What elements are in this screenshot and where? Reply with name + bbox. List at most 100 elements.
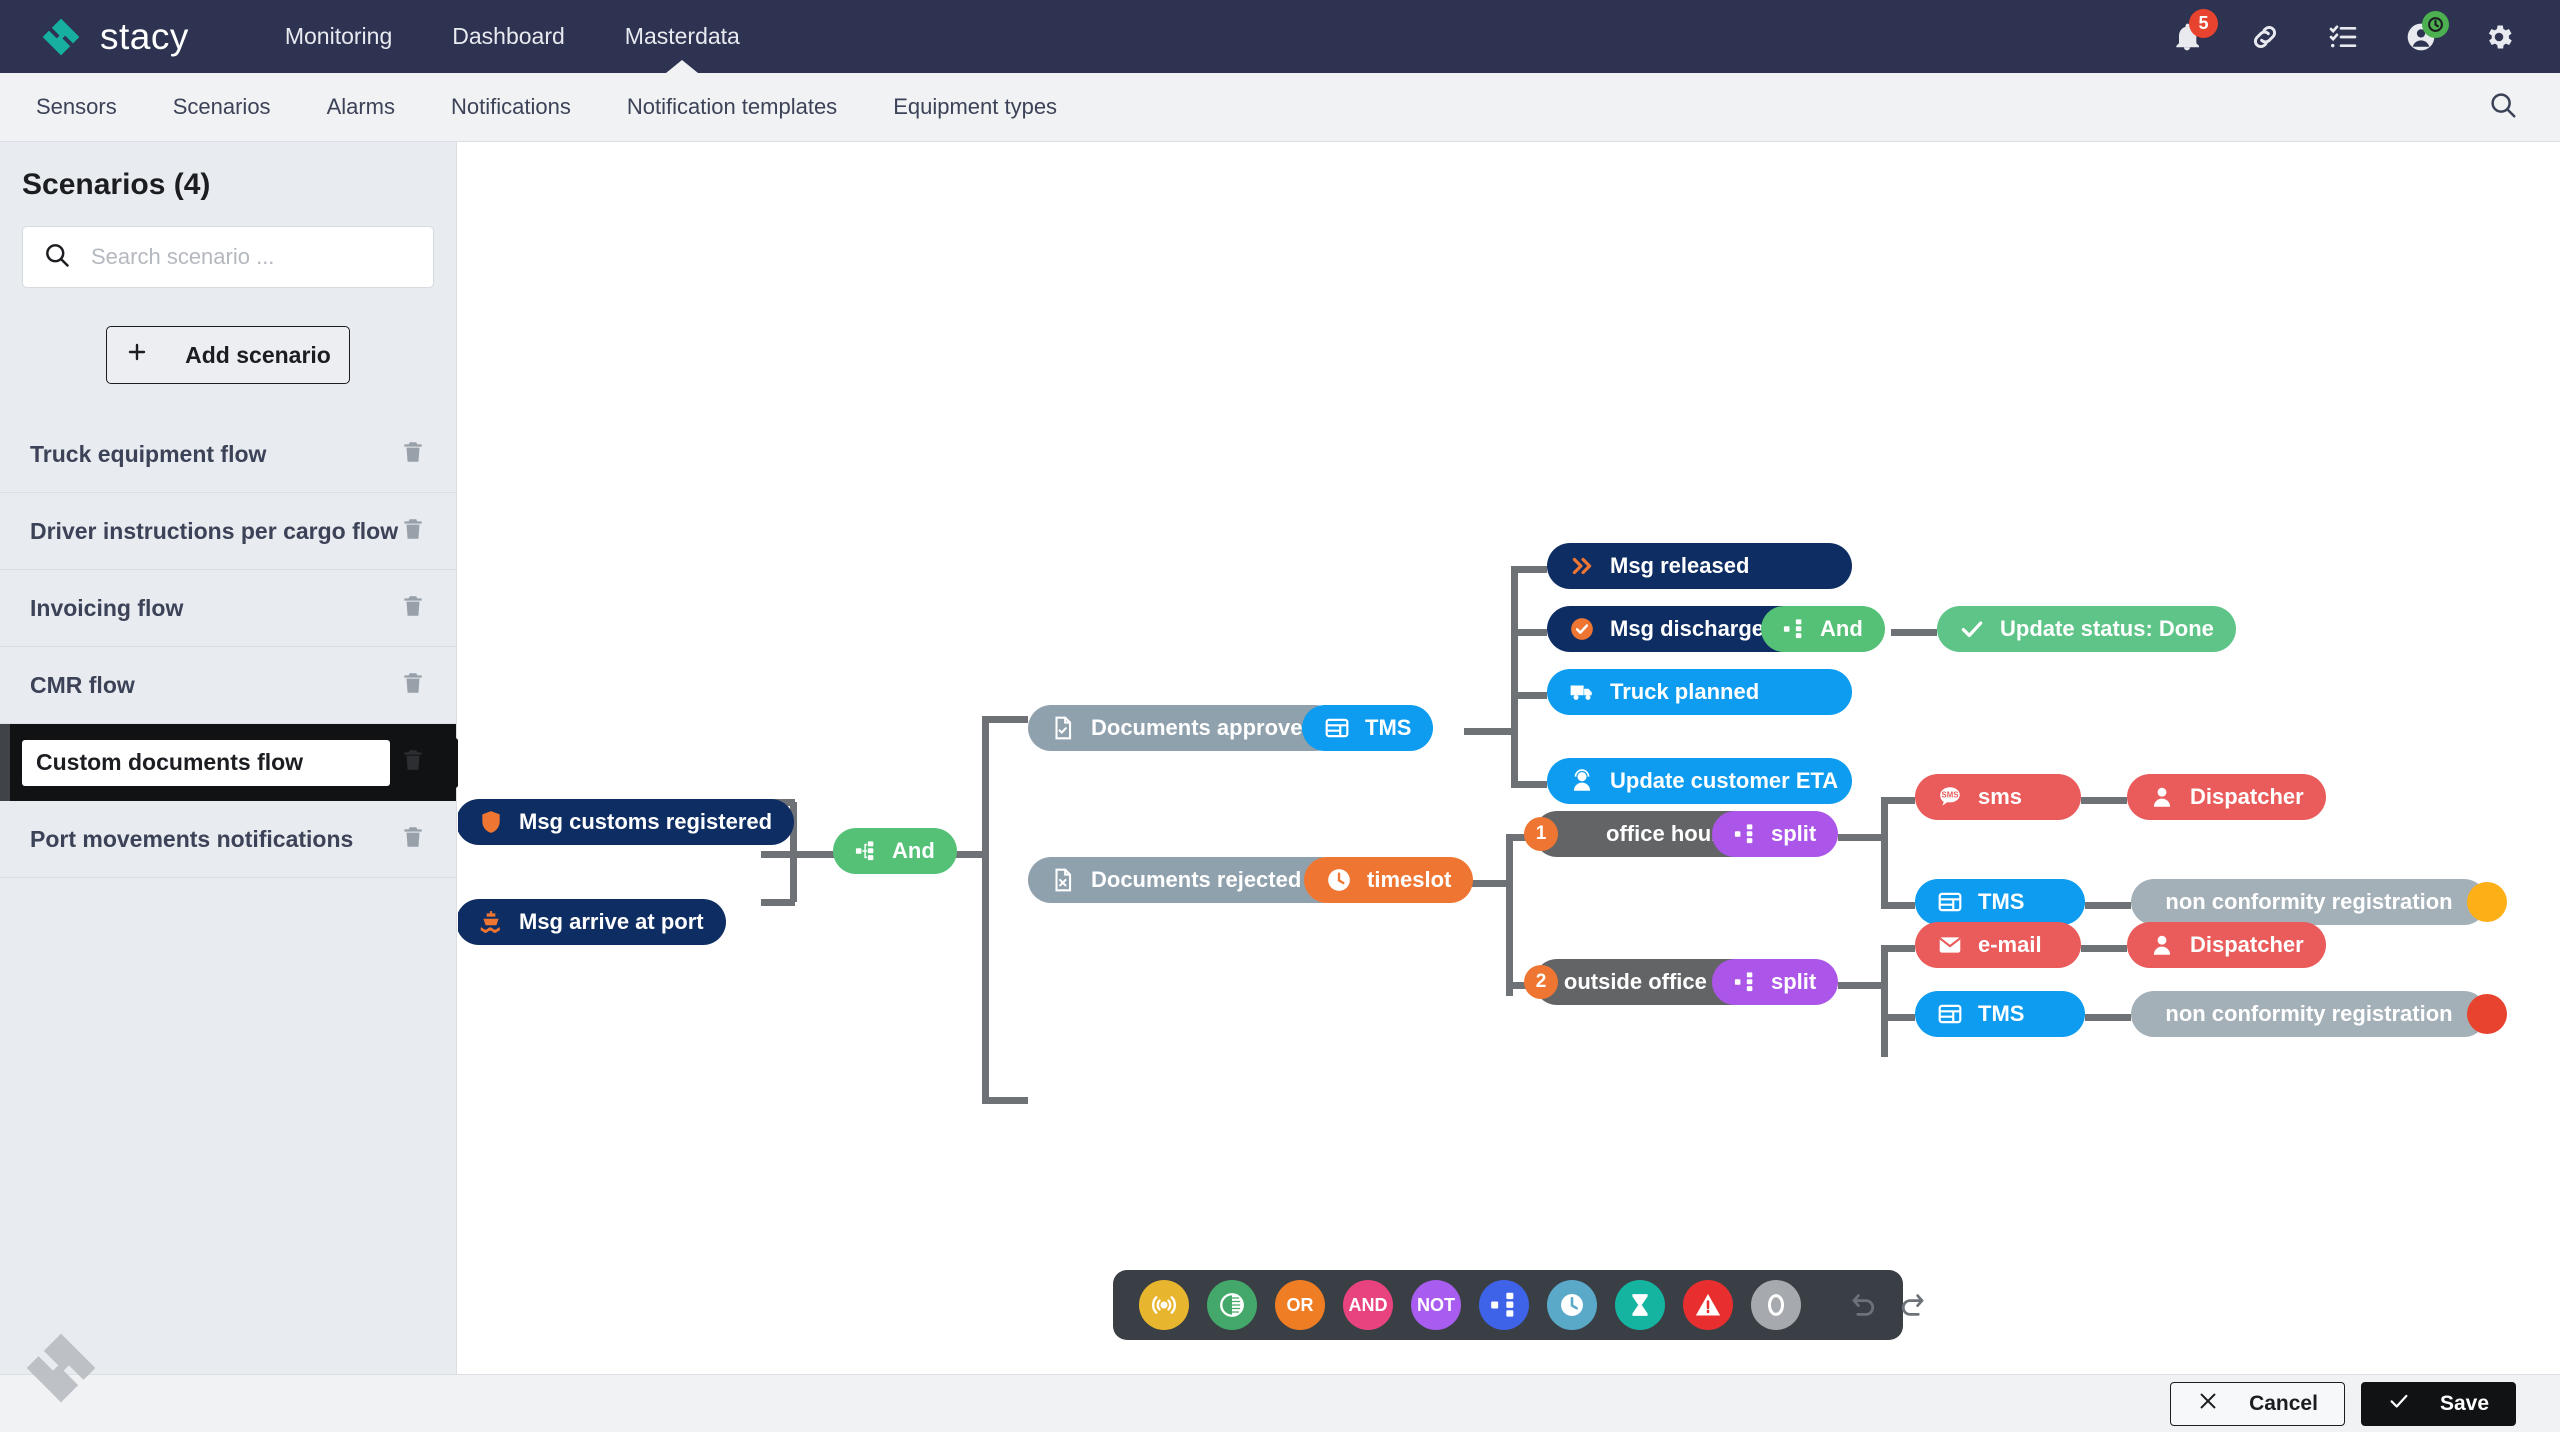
split-icon: [1734, 971, 1756, 993]
user-icon[interactable]: [2404, 10, 2449, 54]
node-tms-3[interactable]: TMS: [1915, 991, 2085, 1037]
sensor-icon[interactable]: [1139, 1280, 1189, 1330]
warning-icon[interactable]: [1683, 1280, 1733, 1330]
scenario-label: Truck equipment flow: [30, 440, 267, 467]
link-icon[interactable]: [2248, 20, 2282, 54]
secondary-navigation: Sensors Scenarios Alarms Notifications N…: [0, 73, 2560, 142]
connector: [982, 716, 1028, 723]
node-split-1[interactable]: split: [1712, 811, 1839, 857]
node-label: Msg released: [1610, 553, 1750, 578]
node-label: TMS: [1365, 715, 1412, 740]
plus-icon: [125, 340, 149, 370]
connector: [761, 899, 795, 906]
node-msg-arrive-at-port[interactable]: Msg arrive at port: [458, 899, 726, 945]
clock-icon[interactable]: [1547, 1280, 1597, 1330]
connector: [1881, 797, 1915, 804]
and-icon[interactable]: AND: [1343, 1280, 1393, 1330]
scenario-search-box[interactable]: [22, 226, 434, 288]
node-non-conformity-registration-2[interactable]: non conformity registration: [2131, 991, 2487, 1037]
node-label: sms: [1978, 784, 2023, 809]
sms-icon: SMS: [1937, 784, 1963, 810]
doc-check-icon: [1050, 715, 1076, 741]
delete-icon[interactable]: [400, 824, 426, 855]
checklist-icon[interactable]: [2326, 20, 2360, 54]
node-label: TMS: [1978, 1001, 2025, 1026]
subnav-item-alarms[interactable]: Alarms: [299, 94, 423, 120]
subnav-item-scenarios[interactable]: Scenarios: [145, 94, 299, 120]
hourglass-icon[interactable]: [1615, 1280, 1665, 1330]
split-icon: [1734, 823, 1756, 845]
search-input[interactable]: [91, 244, 413, 270]
connector: [790, 851, 834, 858]
node-update-customer-eta[interactable]: Update customer ETA: [1547, 758, 1852, 804]
node-msg-released[interactable]: Msg released: [1547, 543, 1852, 589]
node-update-status-done[interactable]: Update status: Done: [1937, 606, 2236, 652]
node-sms[interactable]: SMS sms: [1915, 774, 2081, 820]
connector: [1511, 566, 1518, 788]
save-button[interactable]: Save: [2360, 1381, 2516, 1426]
delete-icon[interactable]: [400, 747, 426, 778]
nav-item-monitoring[interactable]: Monitoring: [255, 0, 422, 73]
svg-text:SMS: SMS: [1942, 790, 1959, 799]
bell-icon[interactable]: 5: [2170, 8, 2218, 54]
connector: [1506, 834, 1513, 996]
top-icon-group: 5: [2170, 8, 2516, 54]
doc-x-icon: [1050, 867, 1076, 893]
delete-icon[interactable]: [400, 670, 426, 701]
node-non-conformity-registration-1[interactable]: non conformity registration: [2131, 879, 2487, 925]
scenario-row-driver-instructions-per-cargo-flow[interactable]: Driver instructions per cargo flow: [0, 493, 456, 570]
undo-icon[interactable]: [1849, 1280, 1879, 1330]
cancel-button[interactable]: Cancel: [2170, 1381, 2345, 1426]
subnav-item-equipment-types[interactable]: Equipment types: [865, 94, 1085, 120]
scenario-row-truck-equipment-flow[interactable]: Truck equipment flow: [0, 416, 456, 493]
scenario-row-custom-documents-flow[interactable]: [0, 724, 456, 801]
node-documents-rejected[interactable]: Documents rejected :(: [1028, 857, 1345, 903]
scenario-row-cmr-flow[interactable]: CMR flow: [0, 647, 456, 724]
shield-icon: [478, 809, 504, 835]
top-navigation-bar: stacy Monitoring Dashboard Masterdata 5: [0, 0, 2560, 73]
node-label: non conformity registration: [2165, 889, 2453, 914]
threshold-icon[interactable]: [1207, 1280, 1257, 1330]
node-documents-approved[interactable]: Documents approved: [1028, 705, 1338, 751]
subnav-item-notifications[interactable]: Notifications: [423, 94, 599, 120]
connector: [982, 1097, 1028, 1104]
node-tms-2[interactable]: TMS: [1915, 879, 2085, 925]
search-icon[interactable]: [2488, 90, 2518, 125]
node-label: split: [1771, 821, 1817, 846]
nav-item-dashboard[interactable]: Dashboard: [422, 0, 595, 73]
brand-logo[interactable]: stacy: [38, 14, 189, 60]
node-msg-customs-registered[interactable]: Msg customs registered: [458, 799, 795, 845]
scenario-label: Invoicing flow: [30, 594, 184, 621]
delete-icon[interactable]: [400, 593, 426, 624]
node-dispatcher-2[interactable]: Dispatcher: [2127, 922, 2326, 968]
node-dispatcher-1[interactable]: Dispatcher: [2127, 774, 2326, 820]
node-tms-1[interactable]: TMS: [1302, 705, 1434, 751]
node-email[interactable]: e-mail: [1915, 922, 2081, 968]
split-icon[interactable]: [1479, 1280, 1529, 1330]
circle-icon[interactable]: [1751, 1280, 1801, 1330]
connector: [982, 716, 989, 1104]
scenario-flow-canvas[interactable]: Msg customs registered Msg arrive at por…: [458, 142, 2560, 1374]
not-icon[interactable]: NOT: [1411, 1280, 1461, 1330]
scenario-row-port-movements-notifications[interactable]: Port movements notifications: [0, 801, 456, 878]
redo-icon[interactable]: [1897, 1280, 1927, 1330]
node-label: non conformity registration: [2165, 1001, 2453, 1026]
node-palette-toolbar: OR AND NOT: [1113, 1270, 1924, 1340]
scenario-row-invoicing-flow[interactable]: Invoicing flow: [0, 570, 456, 647]
subnav-item-sensors[interactable]: Sensors: [8, 94, 145, 120]
node-split-2[interactable]: split: [1712, 959, 1839, 1005]
add-scenario-button[interactable]: Add scenario: [106, 326, 350, 384]
delete-icon[interactable]: [400, 439, 426, 470]
gear-icon[interactable]: [2482, 20, 2516, 54]
delete-icon[interactable]: [400, 516, 426, 547]
node-timeslot[interactable]: timeslot: [1304, 857, 1474, 903]
scenario-rename-input[interactable]: [22, 739, 390, 786]
connector: [1891, 629, 1937, 636]
node-and-2[interactable]: And: [1761, 606, 1885, 652]
or-icon[interactable]: OR: [1275, 1280, 1325, 1330]
nav-item-masterdata[interactable]: Masterdata: [595, 0, 770, 73]
node-truck-planned[interactable]: Truck planned: [1547, 669, 1852, 715]
node-and-1[interactable]: And: [833, 828, 957, 874]
subnav-item-notification-templates[interactable]: Notification templates: [599, 94, 865, 120]
scenario-label: Port movements notifications: [30, 825, 354, 852]
